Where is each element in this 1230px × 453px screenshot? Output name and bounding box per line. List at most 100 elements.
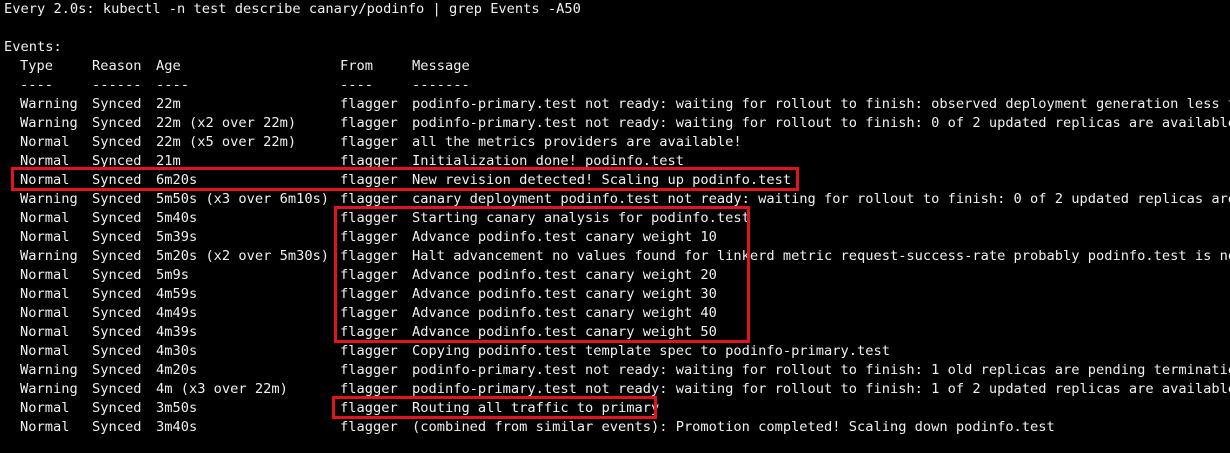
event-message: Advance podinfo.test canary weight 10	[412, 229, 717, 245]
event-type: Warning	[20, 96, 78, 112]
event-from: flagger	[340, 210, 398, 226]
event-from: flagger	[340, 96, 398, 112]
event-type: Normal	[20, 343, 70, 359]
event-from: flagger	[340, 267, 398, 283]
event-type: Normal	[20, 286, 70, 302]
event-type: Normal	[20, 324, 70, 340]
column-header-age: Age	[156, 58, 181, 74]
event-type: Warning	[20, 115, 78, 131]
event-message: podinfo-primary.test not ready: waiting …	[412, 115, 1230, 131]
event-type: Warning	[20, 381, 78, 397]
event-age: 4m (x3 over 22m)	[156, 381, 288, 397]
column-header-reason: Reason	[92, 58, 142, 74]
event-from: flagger	[340, 153, 398, 169]
event-from: flagger	[340, 229, 398, 245]
event-type: Normal	[20, 172, 70, 188]
event-type: Normal	[20, 210, 70, 226]
event-reason: Synced	[92, 210, 142, 226]
event-reason: Synced	[92, 419, 142, 435]
event-age: 22m (x2 over 22m)	[156, 115, 297, 131]
event-message: Advance podinfo.test canary weight 40	[412, 305, 717, 321]
watch-header: Every 2.0s: kubectl -n test describe can…	[4, 1, 581, 17]
event-reason: Synced	[92, 153, 142, 169]
column-header-type: Type	[20, 58, 53, 74]
event-message: Advance podinfo.test canary weight 30	[412, 286, 717, 302]
event-age: 22m	[156, 96, 181, 112]
event-age: 4m59s	[156, 286, 198, 302]
event-reason: Synced	[92, 115, 142, 131]
event-reason: Synced	[92, 305, 142, 321]
event-reason: Synced	[92, 248, 142, 264]
event-message: Starting canary analysis for podinfo.tes…	[412, 210, 750, 226]
event-age: 5m40s	[156, 210, 198, 226]
event-from: flagger	[340, 400, 398, 416]
column-header-message: Message	[412, 58, 470, 74]
event-reason: Synced	[92, 286, 142, 302]
event-from: flagger	[340, 191, 398, 207]
event-age: 5m39s	[156, 229, 198, 245]
event-type: Normal	[20, 267, 70, 283]
event-type: Warning	[20, 248, 78, 264]
event-age: 5m20s (x2 over 5m30s)	[156, 248, 330, 264]
event-message: Halt advancement no values found for lin…	[412, 248, 1230, 264]
events-separator-row: ---- ------ ---- ---- -------	[4, 76, 470, 95]
event-age: 5m50s (x3 over 6m10s)	[156, 191, 330, 207]
event-from: flagger	[340, 305, 398, 321]
event-from: flagger	[340, 134, 398, 150]
separator-age: ----	[156, 77, 189, 93]
event-from: flagger	[340, 248, 398, 264]
event-message: podinfo-primary.test not ready: waiting …	[412, 362, 1230, 378]
event-message: Advance podinfo.test canary weight 20	[412, 267, 717, 283]
event-from: flagger	[340, 324, 398, 340]
event-reason: Synced	[92, 343, 142, 359]
event-message: New revision detected! Scaling up podinf…	[412, 172, 792, 188]
terminal-window[interactable]: Every 2.0s: kubectl -n test describe can…	[0, 0, 1230, 453]
event-age: 4m30s	[156, 343, 198, 359]
event-from: flagger	[340, 115, 398, 131]
event-type: Warning	[20, 362, 78, 378]
event-message: Routing all traffic to primary	[412, 400, 660, 416]
event-type: Normal	[20, 229, 70, 245]
event-age: 4m20s	[156, 362, 198, 378]
event-reason: Synced	[92, 134, 142, 150]
event-from: flagger	[340, 343, 398, 359]
event-message: Copying podinfo.test template spec to po…	[412, 343, 890, 359]
event-message: podinfo-primary.test not ready: waiting …	[412, 96, 1230, 112]
event-reason: Synced	[92, 96, 142, 112]
event-message: Advance podinfo.test canary weight 50	[412, 324, 717, 340]
event-age: 3m40s	[156, 419, 198, 435]
separator-message: -------	[412, 77, 470, 93]
event-age: 6m20s	[156, 172, 198, 188]
event-age: 4m49s	[156, 305, 198, 321]
event-reason: Synced	[92, 229, 142, 245]
event-from: flagger	[340, 362, 398, 378]
separator-reason: ------	[92, 77, 142, 93]
column-header-from: From	[340, 58, 373, 74]
event-reason: Synced	[92, 267, 142, 283]
event-reason: Synced	[92, 172, 142, 188]
event-age: 5m9s	[156, 267, 189, 283]
event-message: canary deployment podinfo.test not ready…	[412, 191, 1230, 207]
event-type: Normal	[20, 305, 70, 321]
event-message: (combined from similar events): Promotio…	[412, 419, 1055, 435]
event-reason: Synced	[92, 400, 142, 416]
event-age: 3m50s	[156, 400, 198, 416]
event-age: 21m	[156, 153, 181, 169]
events-label: Events:	[4, 39, 62, 55]
event-from: flagger	[340, 286, 398, 302]
event-type: Normal	[20, 400, 70, 416]
event-reason: Synced	[92, 362, 142, 378]
event-type: Warning	[20, 191, 78, 207]
event-from: flagger	[340, 172, 398, 188]
events-header-row: Type Reason Age From Message	[4, 57, 470, 76]
event-reason: Synced	[92, 324, 142, 340]
event-reason: Synced	[92, 381, 142, 397]
event-message: Initialization done! podinfo.test	[412, 153, 684, 169]
event-reason: Synced	[92, 191, 142, 207]
event-from: flagger	[340, 381, 398, 397]
event-age: 22m (x5 over 22m)	[156, 134, 297, 150]
event-type: Normal	[20, 134, 70, 150]
event-from: flagger	[340, 419, 398, 435]
event-message: podinfo-primary.test not ready: waiting …	[412, 381, 1230, 397]
event-age: 4m39s	[156, 324, 198, 340]
